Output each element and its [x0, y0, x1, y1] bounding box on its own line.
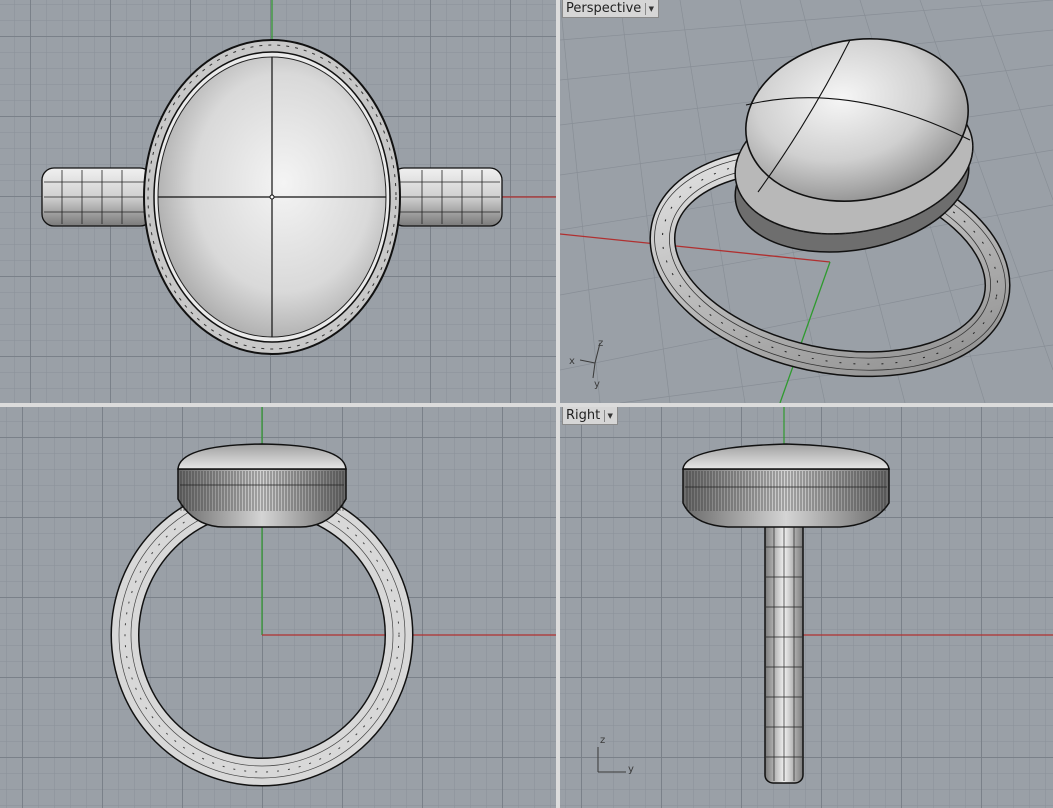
viewport-right[interactable]: z y Right ▼: [560, 407, 1053, 808]
axis-label-z: z: [600, 735, 605, 746]
bezel-front: [177, 468, 347, 528]
ring-shank-right: [764, 510, 804, 784]
ring-band-left: [41, 167, 153, 227]
perspective-canvas: z x y: [560, 0, 1053, 403]
ring-band-right: [391, 167, 503, 227]
axis-gizmo-right: [597, 747, 626, 773]
gemstone-front: [177, 443, 347, 470]
right-view-canvas: z y: [597, 407, 1053, 784]
axis-label-y: y: [628, 764, 634, 775]
y-axis-line: [779, 261, 831, 403]
gemstone-right: [682, 443, 890, 470]
front-view-canvas: [110, 407, 556, 787]
viewport-tab-right[interactable]: Right ▼: [562, 407, 619, 425]
viewport-top[interactable]: [0, 0, 556, 403]
axis-label-x: x: [569, 356, 575, 367]
chevron-down-icon[interactable]: ▼: [645, 2, 656, 15]
viewport-tab-perspective[interactable]: Perspective ▼: [562, 0, 660, 18]
viewport-front[interactable]: [0, 407, 556, 808]
axis-label-y: y: [594, 379, 600, 390]
viewport-title: Perspective: [566, 1, 642, 16]
viewport-title: Right: [566, 408, 601, 423]
axis-label-z: z: [598, 338, 603, 349]
chevron-down-icon[interactable]: ▼: [604, 409, 615, 422]
bezel-right: [682, 468, 890, 528]
top-view-canvas: [41, 0, 556, 355]
viewport-perspective[interactable]: z x y Perspective ▼: [560, 0, 1053, 403]
